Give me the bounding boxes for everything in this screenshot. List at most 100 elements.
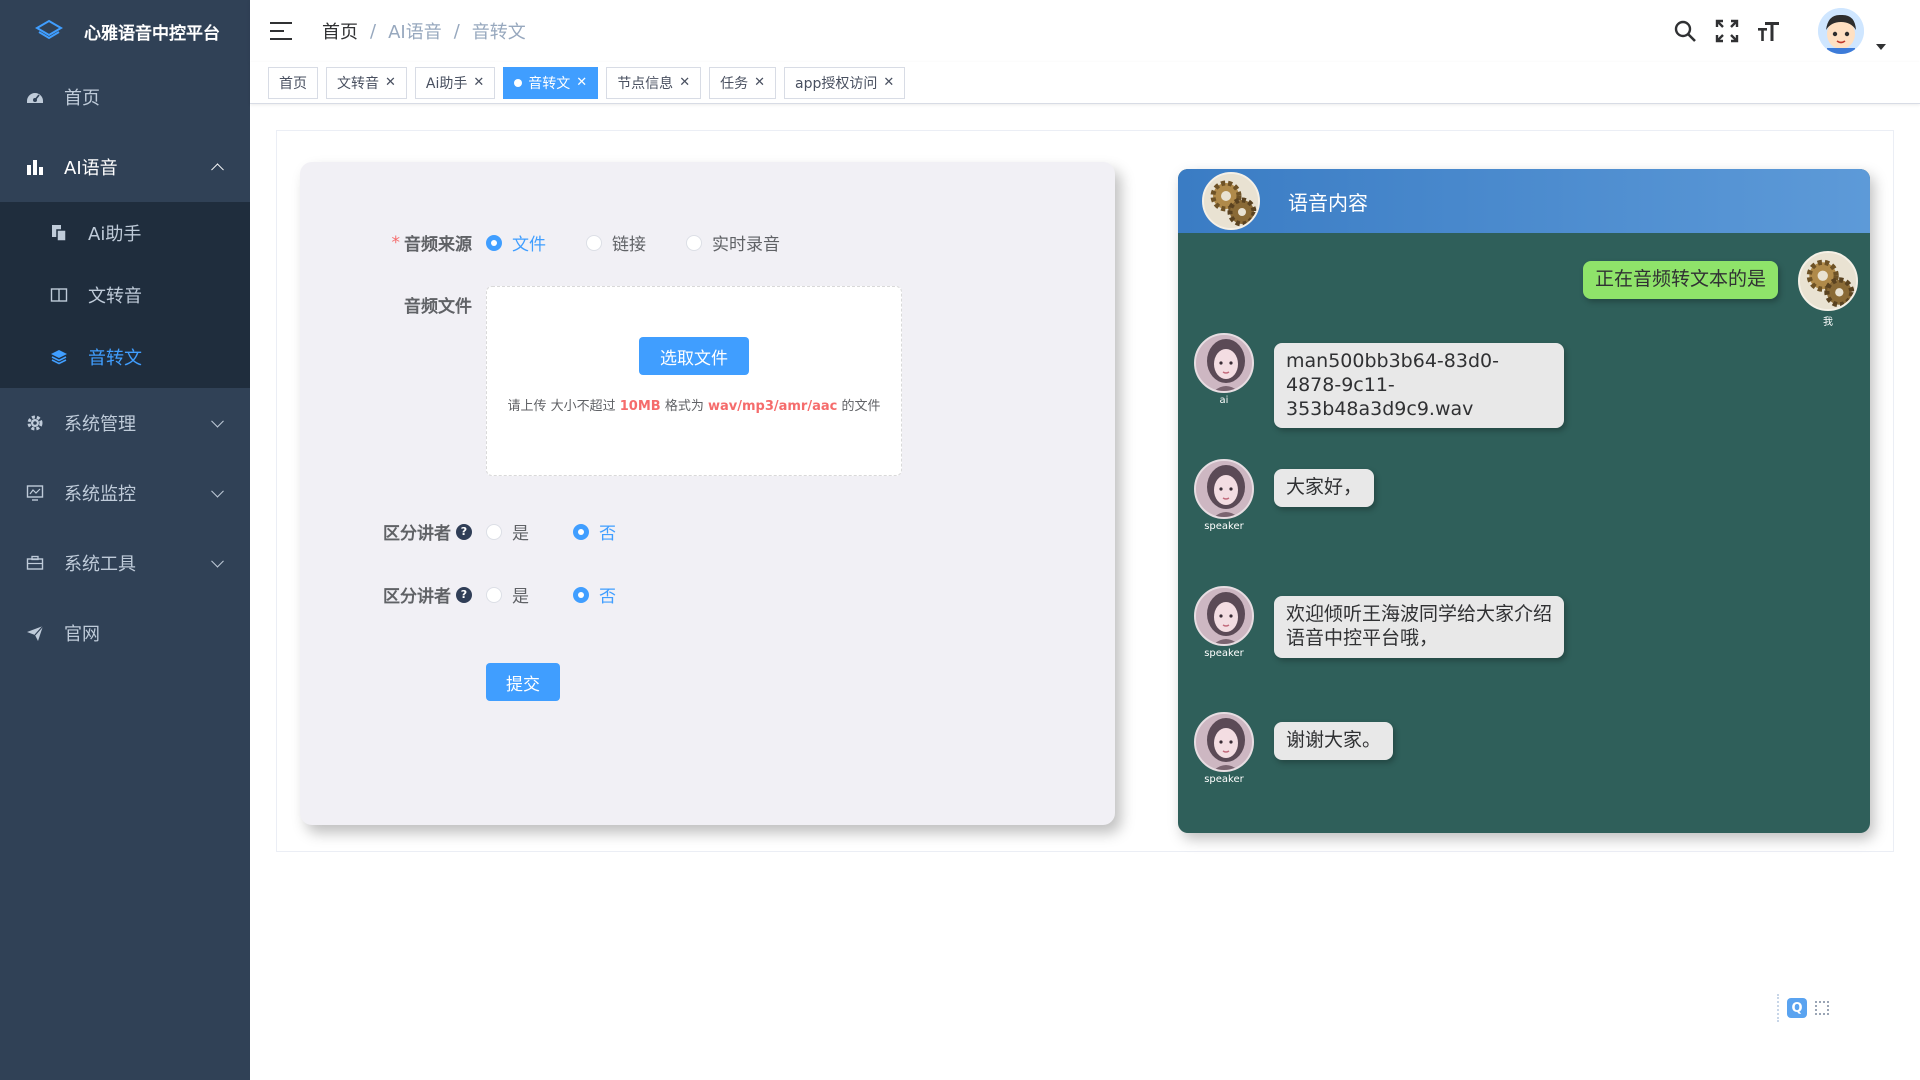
sidebar-item-system-monitor[interactable]: 系统监控 xyxy=(0,458,250,528)
radio-source-realtime[interactable]: 实时录音 xyxy=(686,230,780,255)
submenu-ai-voice: Ai助手 文转音 音转文 xyxy=(0,202,250,388)
form-row-audio-file: 音频文件 xyxy=(312,292,472,317)
sidebar-item-text-to-speech[interactable]: 文转音 xyxy=(0,264,250,326)
message-sender: speaker xyxy=(1204,648,1244,659)
radio-circle xyxy=(486,523,502,540)
form-label-text: 音频来源 xyxy=(404,235,472,255)
radio-source-link[interactable]: 链接 xyxy=(586,230,646,255)
submit-button[interactable]: 提交 xyxy=(486,663,560,701)
form-row-speaker-2: 区分讲者 ? 是 否 xyxy=(312,582,656,607)
speech-to-text-form xyxy=(300,162,1115,825)
dashboard-icon xyxy=(26,88,44,106)
sidebar-item-system-tools[interactable]: 系统工具 xyxy=(0,528,250,598)
toolbox-icon xyxy=(26,554,44,572)
breadcrumb-item-home[interactable]: 首页 xyxy=(322,18,358,44)
close-icon[interactable]: ✕ xyxy=(576,75,587,90)
tag-tasks[interactable]: 任务 ✕ xyxy=(709,66,776,99)
message-sender: 我 xyxy=(1823,317,1833,328)
tag-label: app授权访问 xyxy=(795,75,878,92)
user-menu[interactable] xyxy=(1818,8,1886,54)
girl-avatar xyxy=(1194,586,1254,646)
radio-circle xyxy=(586,234,602,251)
upload-tip: 请上传 大小不超过 10MB 格式为 wav/mp3/amr/aac 的文件 xyxy=(487,395,901,414)
sidebar-item-label: 系统工具 xyxy=(64,554,136,575)
radio-speaker-yes[interactable]: 是 xyxy=(486,582,529,607)
tag-text-to-speech[interactable]: 文转音 ✕ xyxy=(326,66,407,99)
close-icon[interactable]: ✕ xyxy=(385,75,396,90)
radio-speaker-no[interactable]: 否 xyxy=(573,582,616,607)
tag-ai-assistant[interactable]: Ai助手 ✕ xyxy=(414,66,496,99)
tag-app-auth[interactable]: app授权访问 ✕ xyxy=(784,66,906,99)
radio-circle xyxy=(573,586,589,603)
upload-tip-size: 10MB xyxy=(619,399,661,414)
radio-source-file[interactable]: 文件 xyxy=(486,230,546,255)
book-icon xyxy=(50,286,68,304)
sidebar-item-system-management[interactable]: 系统管理 xyxy=(0,388,250,458)
help-icon[interactable]: ? xyxy=(456,586,472,603)
upload-dropzone[interactable]: 选取文件 请上传 大小不超过 10MB 格式为 wav/mp3/amr/aac … xyxy=(486,286,902,476)
gear-avatar xyxy=(1202,172,1260,230)
upload-tip-text: 的文件 xyxy=(837,399,881,414)
radio-label: 否 xyxy=(599,524,616,544)
sidebar-item-label: 音转文 xyxy=(88,348,142,369)
form-label-text: 区分讲者 xyxy=(383,524,451,544)
logo[interactable]: 心雅语音中控平台 xyxy=(0,0,250,62)
form-row-speaker-1: 区分讲者 ? 是 否 xyxy=(312,519,656,544)
close-icon[interactable]: ✕ xyxy=(754,75,765,90)
floating-q-icon[interactable]: Q xyxy=(1787,998,1807,1018)
tag-speech-to-text[interactable]: 音转文 ✕ xyxy=(503,66,599,99)
upload-tip-formats: wav/mp3/amr/aac xyxy=(707,399,838,414)
radio-speaker-no[interactable]: 否 xyxy=(573,519,616,544)
sidebar-item-home[interactable]: 首页 xyxy=(0,62,250,132)
active-dot-icon xyxy=(514,78,523,87)
screenshot-icon[interactable] xyxy=(1815,1001,1829,1015)
sidebar-item-speech-to-text[interactable]: 音转文 xyxy=(0,326,250,388)
radio-label: 是 xyxy=(512,587,529,607)
tag-node-info[interactable]: 节点信息 ✕ xyxy=(606,66,702,99)
breadcrumb: 首页 / AI语音 / 音转文 xyxy=(322,18,526,44)
sidebar-item-label: 官网 xyxy=(64,624,100,645)
tag-home[interactable]: 首页 xyxy=(268,66,318,99)
chat-message-speaker: speaker 谢谢大家。 xyxy=(1194,712,1394,785)
radio-speaker-yes[interactable]: 是 xyxy=(486,519,529,544)
menu-fold-icon[interactable] xyxy=(270,22,292,40)
girl-avatar xyxy=(1194,333,1254,393)
form-label-audio-source: * 音频来源 xyxy=(312,230,473,256)
girl-avatar xyxy=(1194,459,1254,519)
select-file-button[interactable]: 选取文件 xyxy=(639,337,749,375)
close-icon[interactable]: ✕ xyxy=(473,75,484,90)
search-icon[interactable] xyxy=(1672,18,1698,44)
chat-panel: 语音内容 正在音频转文本的是 我 ai man500bb3b64-83d0-48… xyxy=(1178,169,1870,833)
copy-icon xyxy=(50,224,68,242)
fullscreen-icon[interactable] xyxy=(1714,18,1740,44)
chat-header: 语音内容 xyxy=(1178,169,1870,233)
navbar: 首页 / AI语音 / 音转文 xyxy=(250,0,1920,62)
breadcrumb-separator: / xyxy=(370,20,377,42)
girl-avatar xyxy=(1194,712,1254,772)
message-sender: speaker xyxy=(1204,521,1244,532)
chat-bubble: man500bb3b64-83d0-4878-9c11-353b48a3d9c9… xyxy=(1274,343,1564,429)
layers-logo-icon xyxy=(35,19,63,40)
radio-circle xyxy=(686,234,702,251)
form-row-audio-source: * 音频来源 文件 链接 实时录音 xyxy=(312,230,820,256)
chat-bubble: 欢迎倾听王海波同学给大家介绍语音中控平台哦， xyxy=(1274,596,1564,658)
chat-message-speaker: speaker 欢迎倾听王海波同学给大家介绍语音中控平台哦， xyxy=(1194,586,1564,659)
send-icon xyxy=(26,624,44,642)
tag-label: 文转音 xyxy=(337,75,379,92)
sidebar-item-ai-voice[interactable]: AI语音 xyxy=(0,132,250,202)
chat-bubble: 大家好， xyxy=(1274,469,1375,507)
close-icon[interactable]: ✕ xyxy=(883,75,894,90)
close-icon[interactable]: ✕ xyxy=(679,75,690,90)
tag-label: 首页 xyxy=(279,75,307,92)
sidebar-item-website[interactable]: 官网 xyxy=(0,598,250,668)
chat-title: 语音内容 xyxy=(1288,190,1368,215)
sidebar-item-ai-assistant[interactable]: Ai助手 xyxy=(0,202,250,264)
form-label-speaker: 区分讲者 ? xyxy=(312,582,472,607)
chevron-down-icon xyxy=(211,414,224,428)
bar-chart-icon xyxy=(26,158,44,176)
font-size-icon[interactable] xyxy=(1756,18,1782,44)
help-icon[interactable]: ? xyxy=(456,523,472,540)
radio-circle xyxy=(486,586,502,603)
tag-label: Ai助手 xyxy=(425,75,468,92)
radio-label: 文件 xyxy=(512,235,546,255)
